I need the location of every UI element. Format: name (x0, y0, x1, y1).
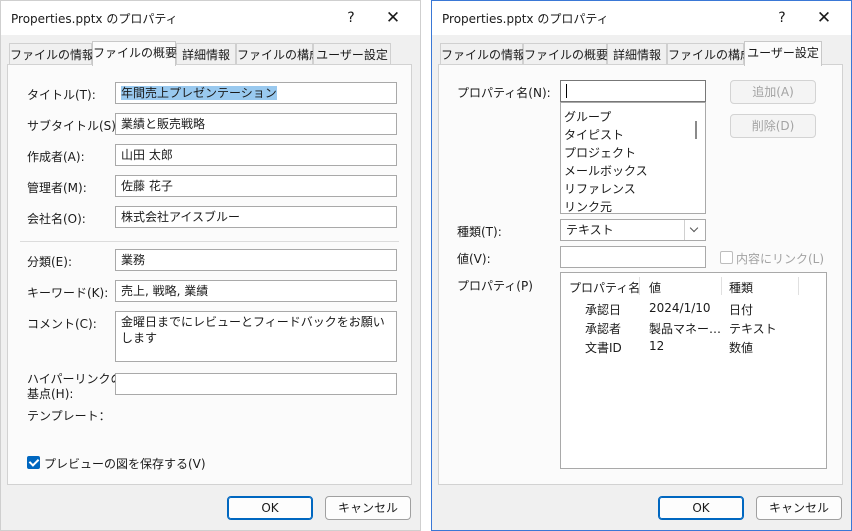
title-bar: Properties.pptx のプロパティ ? ✕ (1, 1, 420, 35)
tab-file-info[interactable]: ファイルの情報 (9, 43, 94, 65)
list-item[interactable]: グループ (564, 108, 611, 125)
table-cell[interactable]: 日付 (729, 301, 753, 318)
table-cell[interactable]: 製品マネー… (649, 320, 721, 337)
tab-details[interactable]: 詳細情報 (607, 43, 667, 65)
window-title: Properties.pptx のプロパティ (11, 12, 178, 26)
category-label: 分類(E): (27, 255, 72, 269)
tab-custom[interactable]: ユーザー設定 (744, 41, 822, 66)
help-button[interactable]: ? (765, 5, 799, 31)
hyperlink-label-line2: 基点(H): (27, 387, 74, 401)
cancel-button[interactable]: キャンセル (325, 496, 411, 520)
keywords-field[interactable]: 売上, 戦略, 業績 (115, 280, 397, 302)
save-preview-checkbox[interactable] (27, 456, 40, 469)
subtitle-label: サブタイトル(S): (27, 119, 121, 133)
chevron-down-icon[interactable] (684, 220, 705, 240)
properties-dialog-summary: Properties.pptx のプロパティ ? ✕ ファイルの情報 ファイルの… (0, 0, 421, 531)
list-scrollbar[interactable] (695, 121, 697, 139)
type-combo-value: テキスト (566, 223, 614, 237)
type-combo[interactable]: テキスト (560, 219, 706, 241)
text-caret (566, 84, 567, 98)
manager-field[interactable]: 佐藤 花子 (115, 175, 397, 197)
link-to-content-label[interactable]: 内容にリンク(L) (736, 250, 824, 267)
custom-panel: プロパティ名(N): グループ タイピスト プロジェクト メールボックス リファ… (438, 64, 843, 485)
title-field-text: 年間売上プレゼンテーション (121, 86, 277, 100)
table-cell[interactable]: 2024/1/10 (649, 301, 711, 315)
manager-label: 管理者(M): (27, 181, 87, 195)
table-cell[interactable]: 承認者 (585, 320, 621, 337)
ok-button[interactable]: OK (227, 496, 313, 520)
table-cell[interactable]: 12 (649, 339, 664, 353)
table-cell[interactable]: 文書ID (585, 339, 622, 356)
tab-file-summary[interactable]: ファイルの概要 (92, 41, 177, 66)
property-name-field[interactable] (560, 80, 706, 102)
company-label: 会社名(O): (27, 212, 86, 226)
cancel-button[interactable]: キャンセル (756, 496, 842, 520)
ok-button[interactable]: OK (658, 496, 744, 520)
tab-file-summary[interactable]: ファイルの概要 (523, 43, 608, 65)
tab-contents[interactable]: ファイルの構成 (236, 43, 321, 65)
value-field[interactable] (560, 246, 706, 268)
list-item[interactable]: リファレンス (564, 180, 636, 197)
table-cell[interactable]: 承認日 (585, 301, 621, 318)
list-item[interactable]: プロジェクト (564, 144, 636, 161)
author-field[interactable]: 山田 太郎 (115, 144, 397, 166)
comment-label: コメント(C): (27, 317, 97, 331)
keywords-label: キーワード(K): (27, 286, 109, 300)
tab-contents[interactable]: ファイルの構成 (667, 43, 752, 65)
tab-details[interactable]: 詳細情報 (176, 43, 236, 65)
table-cell[interactable]: 数値 (729, 339, 753, 356)
close-button[interactable]: ✕ (807, 5, 841, 31)
column-divider (798, 277, 799, 295)
column-header-name[interactable]: プロパティ名 (569, 279, 640, 296)
category-field[interactable]: 業務 (115, 249, 397, 271)
tab-file-info[interactable]: ファイルの情報 (440, 43, 525, 65)
link-to-content-checkbox[interactable] (720, 251, 733, 264)
title-field[interactable]: 年間売上プレゼンテーション (115, 82, 397, 104)
properties-table[interactable]: プロパティ名 値 種類 承認日 2024/1/10 日付 承認者 製品マネー… … (560, 272, 827, 469)
list-item[interactable]: メールボックス (564, 162, 648, 179)
list-item[interactable]: タイピスト (564, 126, 624, 143)
template-label: テンプレート： (27, 409, 111, 423)
table-cell[interactable]: テキスト (729, 320, 777, 337)
properties-label: プロパティ(P) (457, 279, 533, 293)
window-title: Properties.pptx のプロパティ (442, 12, 609, 26)
author-label: 作成者(A): (27, 150, 85, 164)
tab-custom[interactable]: ユーザー設定 (313, 43, 391, 65)
value-label: 値(V): (457, 252, 491, 266)
column-header-value[interactable]: 値 (649, 279, 661, 296)
close-button[interactable]: ✕ (376, 5, 410, 31)
save-preview-label[interactable]: プレビューの図を保存する(V) (44, 455, 206, 472)
title-label: タイトル(T): (27, 88, 96, 102)
column-header-type[interactable]: 種類 (729, 279, 753, 296)
help-button[interactable]: ? (334, 5, 368, 31)
add-button[interactable]: 追加(A) (730, 80, 816, 104)
property-name-label: プロパティ名(N): (457, 86, 551, 100)
hyperlink-base-field[interactable] (115, 373, 397, 395)
column-divider (721, 277, 722, 295)
type-label: 種類(T): (457, 225, 502, 239)
properties-dialog-custom: Properties.pptx のプロパティ ? ✕ ファイルの情報 ファイルの… (431, 0, 852, 531)
summary-panel: タイトル(T): 年間売上プレゼンテーション サブタイトル(S): 業績と販売戦… (7, 64, 412, 485)
title-bar: Properties.pptx のプロパティ ? ✕ (432, 1, 851, 35)
subtitle-field[interactable]: 業績と販売戦略 (115, 113, 397, 135)
property-name-list[interactable]: グループ タイピスト プロジェクト メールボックス リファレンス リンク元 (560, 102, 706, 214)
section-divider (20, 241, 399, 242)
list-item[interactable]: リンク元 (564, 198, 612, 213)
delete-button[interactable]: 削除(D) (730, 114, 816, 138)
company-field[interactable]: 株式会社アイスブルー (115, 206, 397, 228)
comment-field[interactable]: 金曜日までにレビューとフィードバックをお願いします (115, 311, 397, 362)
column-divider (639, 277, 640, 295)
